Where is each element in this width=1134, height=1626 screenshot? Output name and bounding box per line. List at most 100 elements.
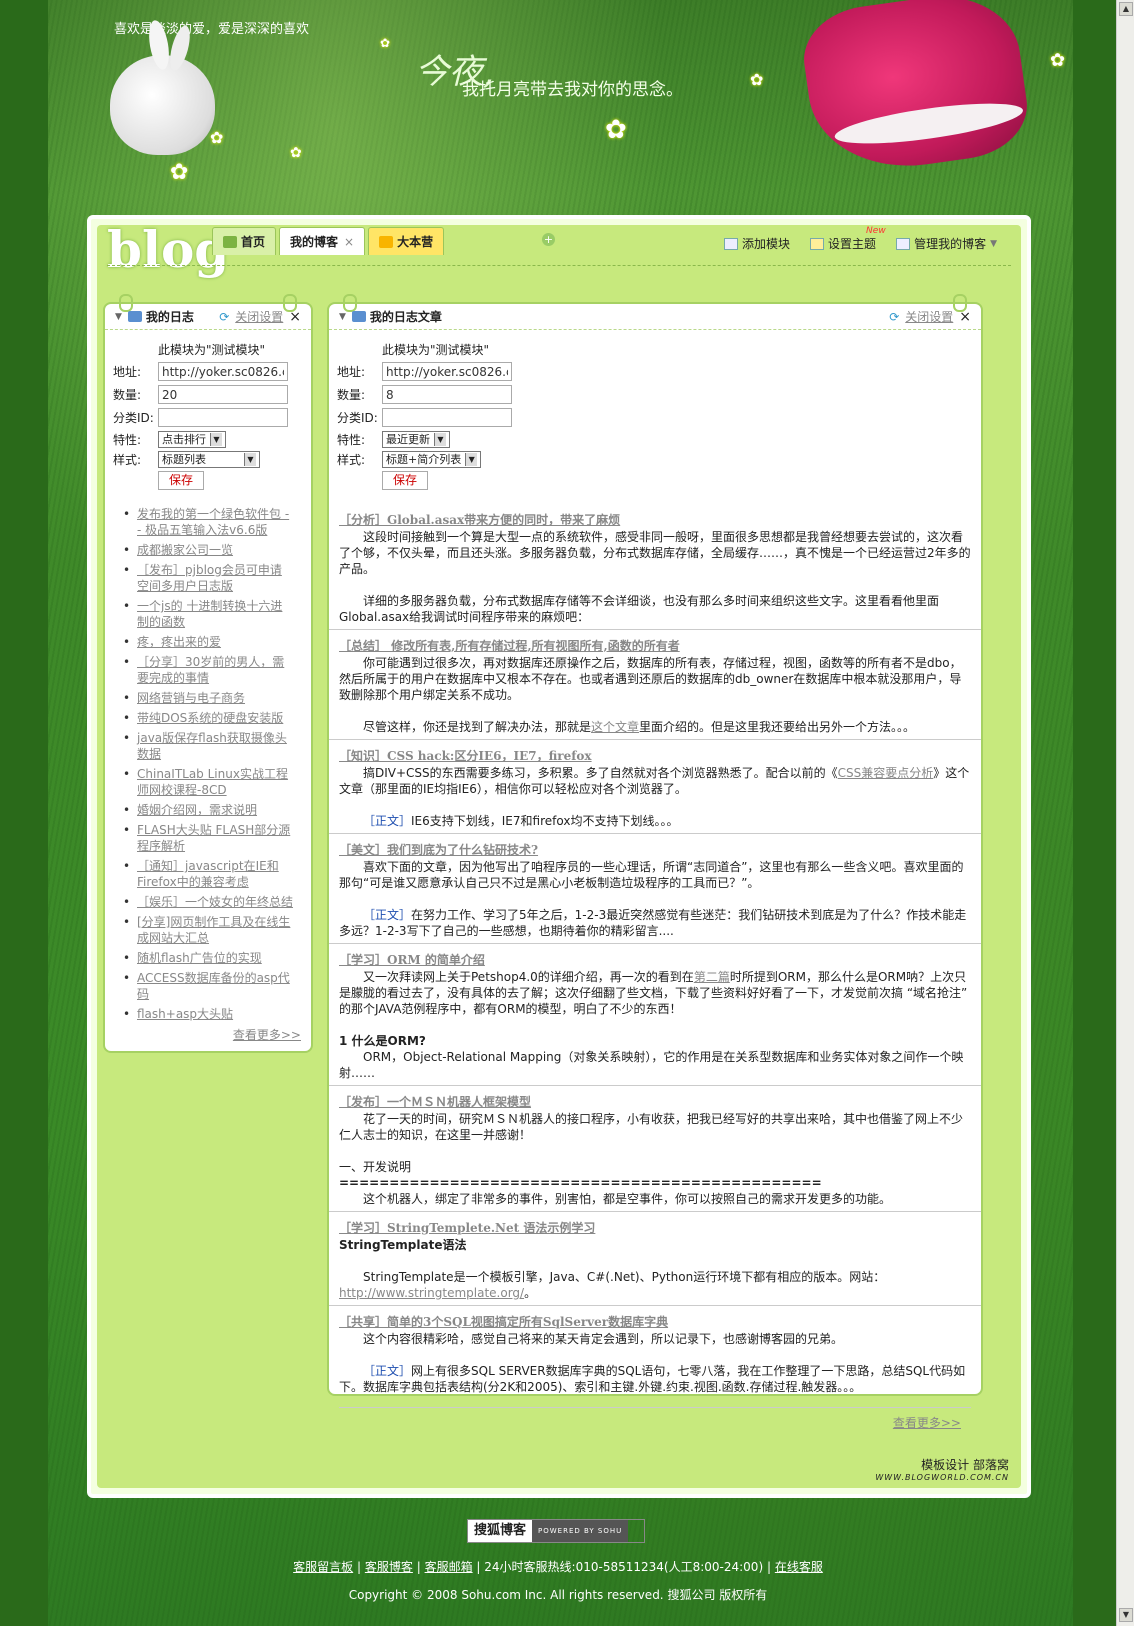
bullet-icon: • bbox=[123, 859, 131, 873]
diary-link[interactable]: 随机flash广告位的实现 bbox=[137, 950, 293, 966]
diary-link[interactable]: 成都搬家公司一览 bbox=[137, 542, 293, 558]
bullet-icon: • bbox=[123, 951, 131, 965]
style-select[interactable]: 标题+简介列表 ▼ bbox=[382, 450, 482, 468]
more-link[interactable]: 查看更多>> bbox=[105, 1026, 311, 1043]
more-link[interactable]: 查看更多>> bbox=[339, 1407, 971, 1431]
list-item: • flash+asp大头贴 bbox=[123, 1006, 305, 1022]
article-title-link[interactable]: ［美文］我们到底为了什么钻研技术? bbox=[339, 842, 971, 859]
diary-link[interactable]: ［娱乐］一个妓女的年终总结 bbox=[137, 894, 293, 910]
count-input[interactable] bbox=[382, 385, 512, 404]
save-button[interactable]: 保存 bbox=[382, 471, 428, 490]
attribute-select[interactable]: 点击排行 ▼ bbox=[158, 430, 226, 448]
close-settings-link[interactable]: 关闭设置 bbox=[235, 308, 283, 325]
diary-link[interactable]: FLASH大头贴 FLASH部分源程序解析 bbox=[137, 822, 293, 854]
diary-link[interactable]: ［发布］pjblog会员可申请空间多用户日志版 bbox=[137, 562, 293, 594]
footer-link-service-blog[interactable]: 客服博客 bbox=[365, 1560, 413, 1574]
add-tab-icon[interactable]: + bbox=[542, 233, 555, 246]
article-text: 里面介绍的。但是这里我还要给出另外一个方法。。。 bbox=[639, 720, 916, 734]
attribute-label: 特性: bbox=[337, 432, 366, 447]
refresh-icon[interactable]: ⟳ bbox=[219, 310, 229, 324]
list-item: • 婚姻介绍网，需求说明 bbox=[123, 802, 305, 818]
panel-header: ▼ 我的日志 ⟳ 关闭设置 × bbox=[105, 304, 311, 330]
article-inline-link[interactable]: 第二篇 bbox=[694, 970, 730, 984]
diary-link[interactable]: ［通知］javascript在IE和Firefox中的兼容考虑 bbox=[137, 858, 293, 890]
diary-link[interactable]: ACCESS数据库备份的asp代码 bbox=[137, 970, 293, 1002]
article-text: 又一次拜读网上关于Petshop4.0的详细介绍，再一次的看到在 bbox=[363, 970, 694, 984]
chevron-down-icon[interactable]: ▼ bbox=[990, 239, 997, 249]
diary-link[interactable]: 疼，疼出来的爱 bbox=[137, 634, 293, 650]
close-icon[interactable]: × bbox=[289, 309, 301, 325]
body-tag: ［正文］ bbox=[363, 908, 412, 922]
list-item: • 带纯DOS系统的硬盘安装版 bbox=[123, 710, 305, 726]
home-icon bbox=[223, 235, 237, 248]
article-heading: 一、开发说明 bbox=[339, 1160, 412, 1174]
scrollbar[interactable]: ▲ ▼ bbox=[1116, 0, 1134, 1626]
address-input[interactable] bbox=[158, 362, 288, 381]
article-text: 。 bbox=[524, 1286, 537, 1300]
diary-link[interactable]: 带纯DOS系统的硬盘安装版 bbox=[137, 710, 293, 726]
tab-my-blog[interactable]: 我的博客 × bbox=[279, 227, 366, 255]
article-title-link[interactable]: ［分析］Global.asax带来方便的同时，带来了麻烦 bbox=[339, 512, 971, 529]
article-title-link[interactable]: ［学习］StringTemplete.Net 语法示例学习 bbox=[339, 1220, 971, 1237]
style-select[interactable]: 标题列表 ▼ bbox=[158, 450, 260, 468]
category-input[interactable] bbox=[382, 408, 512, 427]
scroll-down-icon[interactable]: ▼ bbox=[1119, 1608, 1133, 1622]
attribute-select[interactable]: 最近更新 ▼ bbox=[382, 430, 450, 448]
close-settings-link[interactable]: 关闭设置 bbox=[905, 308, 953, 325]
style-value: 标题列表 bbox=[162, 453, 206, 466]
diary-link[interactable]: ［分享］30岁前的男人，需要完成的事情 bbox=[137, 654, 293, 686]
article-title-link[interactable]: ［知识］CSS hack:区分IE6，IE7，firefox bbox=[339, 748, 971, 765]
right-dark-border bbox=[1073, 0, 1116, 1626]
tab-home[interactable]: 首页 bbox=[212, 227, 277, 255]
close-icon[interactable]: × bbox=[959, 309, 971, 325]
bullet-icon: • bbox=[123, 711, 131, 725]
address-input[interactable] bbox=[382, 362, 512, 381]
diary-link[interactable]: flash+asp大头贴 bbox=[137, 1006, 293, 1022]
count-input[interactable] bbox=[158, 385, 288, 404]
article-title-link[interactable]: ［发布］一个ＭＳＮ机器人框架模型 bbox=[339, 1094, 971, 1111]
count-label: 数量: bbox=[113, 388, 142, 402]
sohu-logo-text: 搜狐博客 bbox=[468, 1520, 533, 1542]
module-note: 此模块为"测试模块" bbox=[158, 343, 266, 357]
module-settings-form: 此模块为"测试模块" 地址: 数量: 分类ID: 特性: 最近更新 ▼ 样式: 标题+… bbox=[329, 330, 981, 490]
article-title-link[interactable]: ［总结］ 修改所有表,所有存储过程,所有视图所有,函数的所有者 bbox=[339, 638, 971, 655]
style-value: 标题+简介列表 bbox=[386, 453, 462, 466]
diary-link[interactable]: [分享]网页制作工具及在线生成网站大汇总 bbox=[137, 914, 293, 946]
manage-blog-button[interactable]: 管理我的博客 ▼ bbox=[896, 235, 997, 252]
footer-link-online-service[interactable]: 在线客服 bbox=[775, 1560, 823, 1574]
article-url-link[interactable]: http://www.stringtemplate.org/ bbox=[339, 1286, 524, 1300]
tab-camp[interactable]: 大本营 bbox=[368, 227, 445, 255]
diary-link[interactable]: 网络营销与电子商务 bbox=[137, 690, 293, 706]
article-inline-link[interactable]: 这个文章 bbox=[591, 720, 639, 734]
add-module-button[interactable]: 添加模块 bbox=[724, 235, 790, 252]
list-item: • ［通知］javascript在IE和Firefox中的兼容考虑 bbox=[123, 858, 305, 890]
count-label: 数量: bbox=[337, 388, 366, 402]
collapse-icon[interactable]: ▼ bbox=[115, 312, 122, 322]
save-button[interactable]: 保存 bbox=[158, 471, 204, 490]
collapse-icon[interactable]: ▼ bbox=[339, 312, 346, 322]
list-item: • 疼，疼出来的爱 bbox=[123, 634, 305, 650]
diary-link[interactable]: 发布我的第一个绿色软件包 -- 极品五笔输入法v6.6版 bbox=[137, 506, 293, 538]
refresh-icon[interactable]: ⟳ bbox=[889, 310, 899, 324]
set-theme-button[interactable]: New 设置主题 bbox=[810, 226, 886, 252]
article-text: IE6支持下划线，IE7和firefox均不支持下划线。。。 bbox=[411, 814, 679, 828]
article-title-link[interactable]: ［学习］ORM 的简单介绍 bbox=[339, 952, 971, 969]
daisy-icon: ✿ bbox=[1050, 50, 1066, 71]
article-text: 在努力工作、学习了5年之后，1-2-3最近突然感觉有些迷茫：我们钻研技术到底是为… bbox=[339, 908, 967, 938]
chevron-down-icon: ▼ bbox=[434, 432, 446, 446]
footer-link-guestbook[interactable]: 客服留言板 bbox=[293, 1560, 353, 1574]
article-inline-link[interactable]: CSS兼容要点分析 bbox=[838, 766, 934, 780]
diary-link[interactable]: 一个js的 十进制转换十六进制的函数 bbox=[137, 598, 293, 630]
diary-link[interactable]: ChinaITLab Linux实战工程师网校课程-8CD bbox=[137, 766, 293, 798]
article-title-link[interactable]: ［共享］简单的3个SQL视图搞定所有SqlServer数据库字典 bbox=[339, 1314, 971, 1331]
address-label: 地址: bbox=[337, 365, 366, 379]
close-tab-icon[interactable]: × bbox=[344, 235, 354, 249]
category-input[interactable] bbox=[158, 408, 288, 427]
diary-link[interactable]: java版保存flash获取摄像头数据 bbox=[137, 730, 293, 762]
diary-link[interactable]: 婚姻介绍网，需求说明 bbox=[137, 802, 293, 818]
sohu-blog-logo[interactable]: 搜狐博客 POWERED BY SOHU bbox=[467, 1519, 645, 1543]
bullet-icon: • bbox=[123, 767, 131, 781]
scroll-up-icon[interactable]: ▲ bbox=[1119, 2, 1133, 16]
book-icon bbox=[351, 311, 366, 322]
footer-link-email[interactable]: 客服邮箱 bbox=[425, 1560, 473, 1574]
